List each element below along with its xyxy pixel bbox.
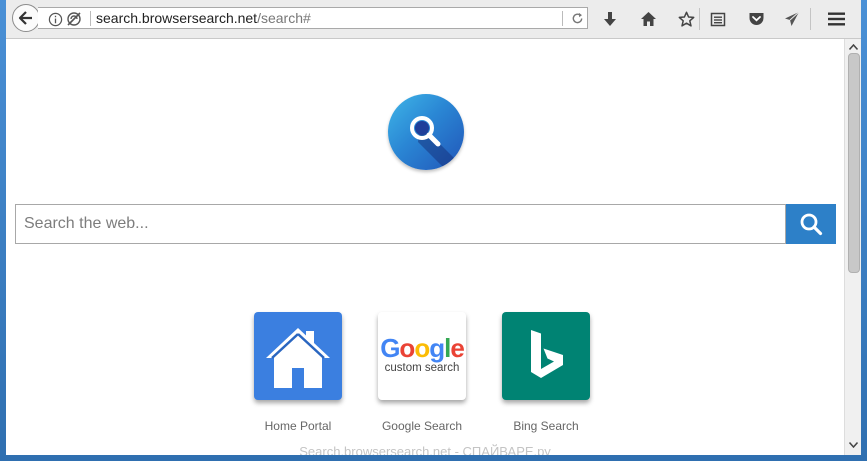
tile-label[interactable]: Bing Search [486,419,606,433]
send-button[interactable] [782,9,802,29]
pocket-button[interactable] [746,9,766,29]
toolbar-divider [699,8,700,30]
info-icon[interactable] [48,12,63,27]
reading-list-icon [710,12,726,26]
hamburger-menu-icon [827,12,845,26]
google-logo-subtitle: custom search [384,362,460,374]
reload-button[interactable] [568,9,586,27]
scrollbar-thumb[interactable] [848,53,860,273]
download-button[interactable] [600,9,620,29]
vertical-scrollbar[interactable] [844,39,861,455]
tile-label[interactable]: Home Portal [238,419,358,433]
address-bar[interactable]: search.browsersearch.net/search# [38,7,588,29]
search-button[interactable] [786,204,836,244]
google-logo-text: Google [380,333,465,363]
bing-search-tile[interactable] [502,312,590,400]
url-divider [90,11,91,26]
chevron-down-icon [848,442,858,448]
send-icon [785,11,800,26]
scroll-down-button[interactable] [845,437,861,453]
watermark: Search.browsersearch.net - СПАЙВАРЕ.ру [299,444,551,455]
url-host: search.browsersearch.net [96,10,258,26]
home-portal-tile[interactable] [254,312,342,400]
toolbar-divider [810,8,811,30]
reload-icon [572,12,582,23]
reading-list-button[interactable] [708,9,728,29]
url-path: /search# [257,10,311,26]
tile-label[interactable]: Google Search [362,419,482,433]
search-input[interactable] [15,204,786,244]
tracking-protection-icon[interactable] [66,11,82,27]
menu-button[interactable] [826,9,846,29]
url-text[interactable]: search.browsersearch.net/search# [96,10,311,27]
pocket-icon [749,13,763,25]
bookmark-button[interactable] [676,9,696,29]
page-content: Home Portal Google custom search Google … [6,39,844,455]
magnifier-logo-icon [410,116,464,170]
download-icon [604,11,616,26]
search-icon [800,213,823,236]
bookmark-star-icon [678,11,694,27]
url-divider [562,11,563,26]
home-icon [640,12,656,26]
house-icon [266,328,330,388]
back-button[interactable] [12,4,40,32]
bing-logo-icon [531,330,563,378]
google-search-tile[interactable]: Google custom search [378,312,466,400]
site-logo [388,94,464,170]
back-arrow-icon [18,11,32,25]
search-bar [15,204,836,244]
home-button[interactable] [638,9,658,29]
chevron-up-icon [848,44,858,50]
browser-toolbar: search.browsersearch.net/search# [6,0,861,39]
